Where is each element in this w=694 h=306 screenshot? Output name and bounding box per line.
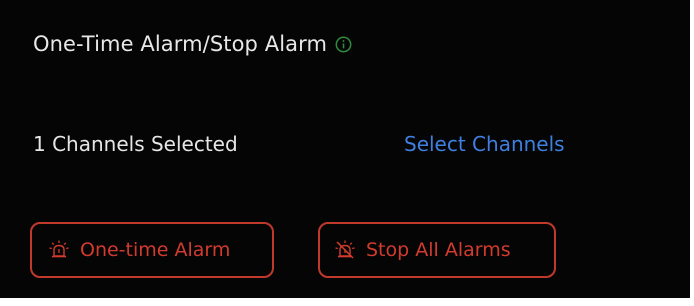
- one-time-alarm-button[interactable]: One-time Alarm: [30, 222, 274, 278]
- info-icon[interactable]: [335, 36, 352, 53]
- alarm-siren-off-icon: [334, 239, 356, 261]
- stop-all-alarms-button[interactable]: Stop All Alarms: [318, 222, 556, 278]
- channels-selected-text: 1 Channels Selected: [33, 132, 238, 156]
- one-time-alarm-label: One-time Alarm: [80, 239, 231, 261]
- alarm-panel: One-Time Alarm/Stop Alarm 1 Channels Sel…: [0, 0, 694, 306]
- stop-all-alarms-label: Stop All Alarms: [366, 239, 511, 261]
- panel-title: One-Time Alarm/Stop Alarm: [33, 32, 328, 56]
- alarm-siren-icon: [48, 239, 70, 261]
- channels-selected-row: 1 Channels Selected: [33, 127, 238, 161]
- select-channels-link[interactable]: Select Channels: [404, 127, 565, 161]
- title-row: One-Time Alarm/Stop Alarm: [33, 27, 352, 61]
